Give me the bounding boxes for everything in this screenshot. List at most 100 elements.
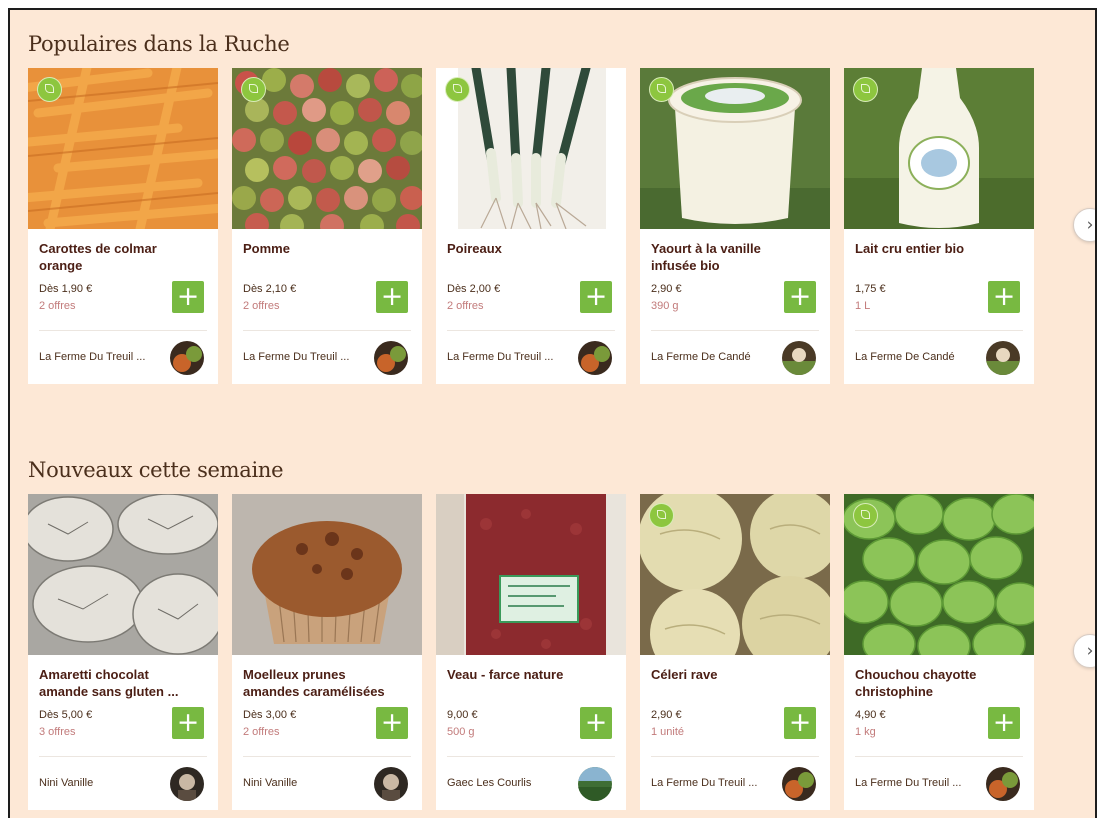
divider [855, 756, 1023, 757]
divider [447, 756, 615, 757]
producer-name[interactable]: La Ferme De Candé [651, 351, 751, 363]
leaf-icon [37, 77, 62, 102]
producer-avatar[interactable] [578, 767, 612, 801]
product-card[interactable]: Moelleux prunes amandes caramélisées Dès… [232, 494, 422, 810]
app-frame: Populaires dans la Ruche Carottes de col… [8, 8, 1097, 818]
product-card[interactable]: Poireaux Dès 2,00 € 2 offres + La Ferme … [436, 68, 626, 384]
product-card[interactable]: Yaourt à la vanille infusée bio 2,90 € 3… [640, 68, 830, 384]
product-offers: 390 g [651, 300, 679, 312]
product-name[interactable]: Chouchou chayotte christophine [855, 666, 1023, 700]
product-photo[interactable] [640, 494, 830, 655]
product-offers: 500 g [447, 726, 475, 738]
add-to-cart-button[interactable]: + [172, 281, 204, 313]
product-card[interactable]: Carottes de colmar orange Dès 1,90 € 2 o… [28, 68, 218, 384]
product-offers: 2 offres [447, 300, 484, 312]
producer-name[interactable]: La Ferme De Candé [855, 351, 955, 363]
amaretti-photo [28, 494, 218, 655]
divider [243, 756, 411, 757]
producer-avatar[interactable] [374, 341, 408, 375]
divider [39, 330, 207, 331]
divider [39, 756, 207, 757]
product-offers: 2 offres [243, 726, 280, 738]
producer-avatar[interactable] [782, 767, 816, 801]
producer-name[interactable]: La Ferme Du Treuil ... [243, 351, 349, 363]
producer-avatar[interactable] [170, 767, 204, 801]
product-photo[interactable] [232, 68, 422, 229]
divider [855, 330, 1023, 331]
producer-name[interactable]: Gaec Les Courlis [447, 777, 531, 789]
product-photo[interactable] [640, 68, 830, 229]
product-offers: 1 L [855, 300, 871, 312]
product-photo[interactable] [436, 494, 626, 655]
product-name[interactable]: Veau - farce nature [447, 666, 615, 683]
producer-name[interactable]: Nini Vanille [39, 777, 93, 789]
section-title: Populaires dans la Ruche [28, 32, 290, 56]
add-to-cart-button[interactable]: + [376, 281, 408, 313]
product-name[interactable]: Lait cru entier bio [855, 240, 1023, 257]
chevron-right-icon[interactable]: › [1073, 634, 1095, 668]
section-populaires: Populaires dans la Ruche Carottes de col… [28, 26, 1095, 388]
product-name[interactable]: Moelleux prunes amandes caramélisées [243, 666, 411, 700]
producer-avatar[interactable] [170, 341, 204, 375]
product-carousel: Amaretti chocolat amande sans gluten ...… [28, 494, 1095, 814]
divider [447, 330, 615, 331]
divider [243, 330, 411, 331]
product-card[interactable]: Amaretti chocolat amande sans gluten ...… [28, 494, 218, 810]
product-price: Dès 5,00 € [39, 709, 93, 721]
product-photo[interactable] [436, 68, 626, 229]
producer-avatar[interactable] [986, 341, 1020, 375]
add-to-cart-button[interactable]: + [376, 707, 408, 739]
product-name[interactable]: Céleri rave [651, 666, 819, 683]
product-name[interactable]: Carottes de colmar orange [39, 240, 207, 274]
add-to-cart-button[interactable]: + [580, 281, 612, 313]
product-card[interactable]: Lait cru entier bio 1,75 € 1 L + La Ferm… [844, 68, 1034, 384]
add-to-cart-button[interactable]: + [988, 707, 1020, 739]
leaf-icon [649, 503, 674, 528]
product-photo[interactable] [28, 68, 218, 229]
product-offers: 1 unité [651, 726, 685, 738]
product-card[interactable]: Pomme Dès 2,10 € 2 offres + La Ferme Du … [232, 68, 422, 384]
product-price: 1,75 € [855, 283, 886, 295]
producer-name[interactable]: Nini Vanille [243, 777, 297, 789]
veal-package-photo [436, 494, 626, 655]
add-to-cart-button[interactable]: + [784, 707, 816, 739]
add-to-cart-button[interactable]: + [988, 281, 1020, 313]
product-price: Dès 2,10 € [243, 283, 297, 295]
product-name[interactable]: Yaourt à la vanille infusée bio [651, 240, 819, 274]
product-offers: 2 offres [39, 300, 76, 312]
product-card[interactable]: Veau - farce nature 9,00 € 500 g + Gaec … [436, 494, 626, 810]
producer-name[interactable]: La Ferme Du Treuil ... [39, 351, 145, 363]
product-photo[interactable] [232, 494, 422, 655]
product-price: 9,00 € [447, 709, 478, 721]
product-card[interactable]: Céleri rave 2,90 € 1 unité + La Ferme Du… [640, 494, 830, 810]
product-name[interactable]: Pomme [243, 240, 411, 257]
producer-avatar[interactable] [578, 341, 612, 375]
product-photo[interactable] [28, 494, 218, 655]
producer-name[interactable]: La Ferme Du Treuil ... [855, 777, 961, 789]
producer-avatar[interactable] [986, 767, 1020, 801]
product-price: Dès 2,00 € [447, 283, 501, 295]
product-offers: 2 offres [243, 300, 280, 312]
add-to-cart-button[interactable]: + [580, 707, 612, 739]
product-carousel: Carottes de colmar orange Dès 1,90 € 2 o… [28, 68, 1095, 388]
producer-name[interactable]: La Ferme Du Treuil ... [651, 777, 757, 789]
producer-avatar[interactable] [782, 341, 816, 375]
producer-avatar[interactable] [374, 767, 408, 801]
product-price: Dès 3,00 € [243, 709, 297, 721]
product-name[interactable]: Poireaux [447, 240, 615, 257]
leaf-icon [853, 503, 878, 528]
leaf-icon [853, 77, 878, 102]
leaf-icon [445, 77, 470, 102]
product-name[interactable]: Amaretti chocolat amande sans gluten ... [39, 666, 207, 700]
product-card[interactable]: Chouchou chayotte christophine 4,90 € 1 … [844, 494, 1034, 810]
add-to-cart-button[interactable]: + [172, 707, 204, 739]
product-photo[interactable] [844, 494, 1034, 655]
divider [651, 756, 819, 757]
producer-name[interactable]: La Ferme Du Treuil ... [447, 351, 553, 363]
muffin-photo [232, 494, 422, 655]
add-to-cart-button[interactable]: + [784, 281, 816, 313]
chevron-right-icon[interactable]: › [1073, 208, 1095, 242]
product-price: 2,90 € [651, 709, 682, 721]
section-nouveaux: Nouveaux cette semaine Amaretti chocolat… [28, 452, 1095, 814]
product-photo[interactable] [844, 68, 1034, 229]
